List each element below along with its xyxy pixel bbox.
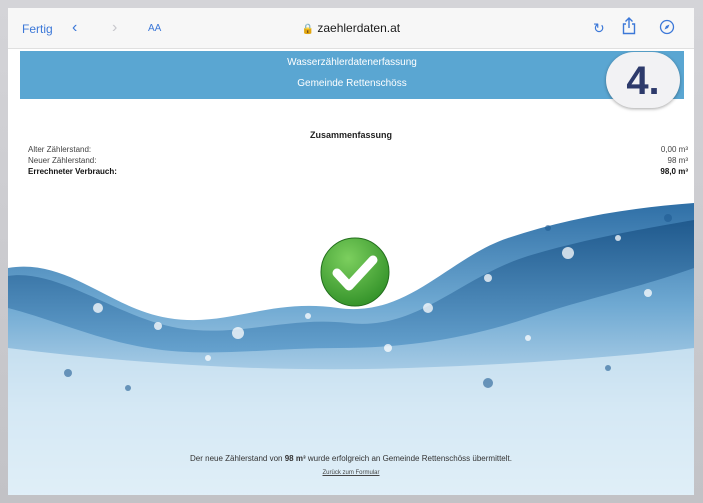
success-message-suffix: wurde erfolgreich an Gemeinde Rettenschö… bbox=[307, 454, 512, 463]
step-badge: 4. bbox=[606, 52, 680, 108]
page-header: Wasserzählerdatenerfassung Gemeinde Rett… bbox=[20, 51, 684, 99]
new-reading-label: Neuer Zählerstand: bbox=[28, 156, 97, 165]
checkmark-icon bbox=[320, 237, 390, 307]
success-message: Der neue Zählerstand von 98 m³ wurde erf… bbox=[8, 454, 694, 463]
consumption-label: Errechneter Verbrauch: bbox=[28, 167, 117, 176]
device-frame: Fertig ‹ › AA 🔒 zaehlerdaten.at ↻ Wasser… bbox=[0, 0, 703, 503]
success-message-value: 98 m³ bbox=[284, 454, 306, 463]
url-text: zaehlerdaten.at bbox=[317, 21, 401, 35]
browser-screen: Fertig ‹ › AA 🔒 zaehlerdaten.at ↻ Wasser… bbox=[8, 8, 694, 495]
consumption-value: 98,0 m³ bbox=[660, 167, 688, 176]
reload-icon[interactable]: ↻ bbox=[593, 20, 605, 37]
old-reading-value: 0,00 m³ bbox=[660, 145, 688, 154]
new-reading-value: 98 m³ bbox=[667, 156, 688, 165]
lock-icon: 🔒 bbox=[301, 24, 315, 35]
municipality-name: Gemeinde Rettenschöss bbox=[297, 78, 407, 89]
address-bar[interactable]: 🔒 zaehlerdaten.at bbox=[8, 21, 694, 35]
success-message-prefix: Der neue Zählerstand von bbox=[190, 454, 283, 463]
safari-toolbar: Fertig ‹ › AA 🔒 zaehlerdaten.at ↻ bbox=[8, 8, 694, 49]
old-reading-label: Alter Zählerstand: bbox=[28, 145, 92, 154]
summary-title: Zusammenfassung bbox=[309, 130, 393, 140]
page-title: Wasserzählerdatenerfassung bbox=[287, 57, 417, 68]
back-to-form-link[interactable]: Zurück zum Formular bbox=[8, 470, 694, 476]
compass-icon[interactable] bbox=[659, 19, 675, 38]
share-icon[interactable] bbox=[622, 17, 636, 38]
